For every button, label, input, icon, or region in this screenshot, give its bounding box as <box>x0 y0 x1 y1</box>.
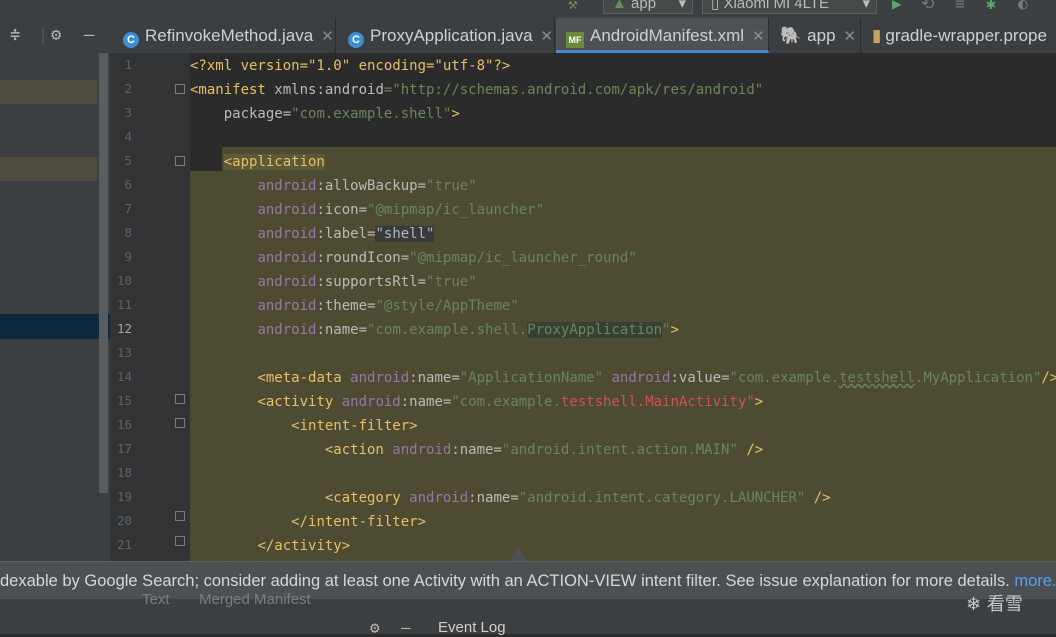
code-line-5: <application <box>223 154 325 170</box>
code-line-3: package="com.example.shell"> <box>223 106 460 122</box>
line-number: 21 <box>116 537 132 552</box>
line-number-current: 12 <box>116 321 132 336</box>
fold-marker-icon[interactable] <box>175 418 185 428</box>
fold-marker-icon[interactable] <box>175 394 185 404</box>
tab-refinvoke-method[interactable]: C RefinvokeMethod.java ✕ <box>113 18 336 53</box>
manifest-icon: MF <box>566 32 584 48</box>
tab-text[interactable]: Text <box>142 591 170 608</box>
collapse-icon[interactable]: ≑ <box>10 25 20 45</box>
event-log-title: Event Log <box>438 619 506 636</box>
class-icon: C <box>348 32 364 48</box>
project-panel-scrollbar[interactable] <box>99 53 108 493</box>
notification-pointer <box>509 548 527 561</box>
code-editor[interactable]: <?xml version="1.0" encoding="utf-8"?> <… <box>190 53 1056 561</box>
code-line-9: android:roundIcon="@mipmap/ic_launcher_r… <box>257 250 637 266</box>
line-number: 4 <box>124 129 132 144</box>
line-number: 8 <box>124 225 132 240</box>
chevron-down-icon: ▾ <box>678 0 686 12</box>
chevron-down-icon: ▾ <box>862 0 870 12</box>
code-line-19: <category android:name="android.intent.c… <box>324 490 831 506</box>
close-icon[interactable]: ✕ <box>844 28 857 45</box>
editor-gutter: 1 2 3 4 5 6 7 8 9 10 11 12 13 14 15 16 1… <box>110 53 212 561</box>
run-config-select[interactable]: ▲ app ▾ <box>603 0 693 14</box>
class-icon: C <box>123 32 139 48</box>
fold-marker-icon[interactable] <box>175 511 185 521</box>
code-line-7: android:icon="@mipmap/ic_launcher" <box>257 202 545 218</box>
project-panel <box>0 53 110 561</box>
gear-icon[interactable]: ⚙ <box>370 618 380 637</box>
apply-changes-icon[interactable]: ⟲ <box>921 0 934 12</box>
main-toolbar: ⚒ ▲ app ▾ ▯ Xiaomi MI 4LTE ▾ ▶ ⟲ ≡ ✱ ◐ <box>0 0 1056 18</box>
close-icon[interactable]: ✕ <box>321 28 334 45</box>
minimize-icon[interactable]: — <box>401 618 411 637</box>
line-number: 19 <box>116 489 132 504</box>
code-line-11: android:theme="@style/AppTheme" <box>257 298 519 314</box>
line-number: 6 <box>124 177 132 192</box>
code-line-15: <activity android:name="com.example.test… <box>257 394 764 410</box>
close-icon[interactable]: ✕ <box>541 28 554 45</box>
fold-marker-icon[interactable] <box>175 156 185 166</box>
debug-icon[interactable]: ✱ <box>986 0 996 12</box>
code-line-6: android:allowBackup="true" <box>257 178 477 194</box>
code-line-8: android:label="shell" <box>257 226 435 242</box>
code-line-14: <meta-data android:name="ApplicationName… <box>257 370 1056 386</box>
line-number: 15 <box>116 393 132 408</box>
run-icon[interactable]: ▶ <box>892 0 902 12</box>
android-icon: ▲ <box>612 0 627 12</box>
line-number: 7 <box>124 201 132 216</box>
tab-app-gradle[interactable]: 🐘 app ✕ <box>770 18 861 53</box>
code-line-12: android:name="com.example.shell.ProxyApp… <box>257 322 679 338</box>
minimize-icon[interactable]: — <box>84 25 94 45</box>
tab-android-manifest[interactable]: MF AndroidManifest.xml ✕ <box>556 18 769 53</box>
snowflake-icon: ❄ <box>966 594 982 615</box>
tab-gradle-wrapper[interactable]: ▮ gradle-wrapper.prope <box>862 18 1056 53</box>
code-line-20: </intent-filter> <box>291 514 427 530</box>
line-number: 17 <box>116 441 132 456</box>
line-number: 9 <box>124 249 132 264</box>
bottom-bar: Text Merged Manifest ⚙ — Event Log <box>0 591 1056 637</box>
fold-marker-icon[interactable] <box>175 84 185 94</box>
line-number: 16 <box>116 417 132 432</box>
project-row-highlight[interactable] <box>0 80 97 104</box>
code-line-1: <?xml version="1.0" encoding="utf-8"?> <box>190 58 511 74</box>
editor-tab-bar: ≑ | ⚙ — C RefinvokeMethod.java ✕ C ProxyApp… <box>0 18 1056 54</box>
fold-marker-icon[interactable] <box>175 536 185 546</box>
code-line-10: android:supportsRtl="true" <box>257 274 477 290</box>
tab-proxy-application[interactable]: C ProxyApplication.java ✕ <box>338 18 555 53</box>
line-number: 14 <box>116 369 132 384</box>
line-number: 2 <box>124 81 132 96</box>
line-number: 10 <box>116 273 132 288</box>
device-select[interactable]: ▯ Xiaomi MI 4LTE ▾ <box>702 0 877 14</box>
tab-merged-manifest[interactable]: Merged Manifest <box>199 591 311 608</box>
close-icon[interactable]: ✕ <box>752 28 765 45</box>
gear-icon[interactable]: ⚙ <box>51 25 61 45</box>
line-number: 13 <box>116 345 132 360</box>
line-number: 20 <box>116 513 132 528</box>
code-line-2: <manifest xmlns:android="http://schemas.… <box>190 82 764 98</box>
properties-icon: ▮ <box>872 26 882 45</box>
hammer-icon[interactable]: ⚒ <box>568 0 578 12</box>
code-line-17: <action android:name="android.intent.act… <box>324 442 764 458</box>
gradle-icon: 🐘 <box>780 26 802 45</box>
project-row-selected[interactable] <box>0 314 110 339</box>
line-number: 5 <box>124 153 132 168</box>
watermark-logo: ❄ 看雪 <box>966 594 1023 615</box>
profile-icon[interactable]: ≡ <box>955 0 965 12</box>
code-line-16: <intent-filter> <box>291 418 418 434</box>
attach-debugger-icon[interactable]: ◐ <box>1018 0 1028 12</box>
code-line-21: </activity> <box>257 538 351 554</box>
project-panel-controls: ≑ | ⚙ — <box>10 25 95 45</box>
project-row-highlight[interactable] <box>0 157 97 181</box>
phone-icon: ▯ <box>711 0 720 12</box>
line-number: 11 <box>116 297 132 312</box>
line-number: 1 <box>124 57 132 72</box>
line-number: 3 <box>124 105 132 120</box>
more-details-link[interactable]: more... <box>1014 572 1056 590</box>
line-number: 18 <box>116 465 132 480</box>
